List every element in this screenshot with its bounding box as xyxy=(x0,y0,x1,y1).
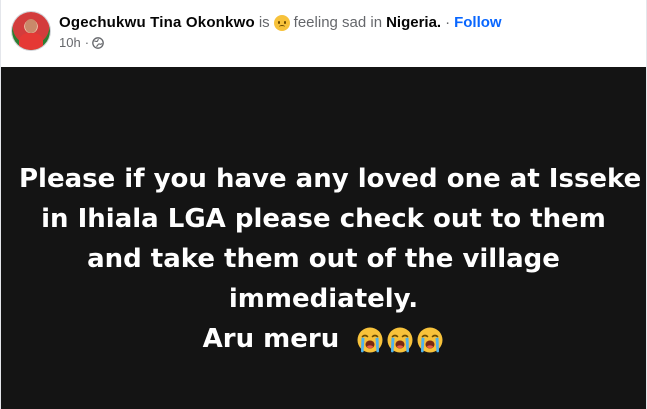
loudly-crying-face-icon xyxy=(357,327,383,352)
is-word: is xyxy=(258,14,270,31)
globe-icon[interactable] xyxy=(92,37,104,49)
loudly-crying-face-icon xyxy=(387,327,413,352)
meta-separator: · xyxy=(84,35,90,50)
message-line: Please if you have any loved one at Isse… xyxy=(19,164,642,194)
author-name[interactable]: Ogechukwu Tina Okonkwo xyxy=(59,13,255,33)
message-line-text: Aru meru xyxy=(202,324,340,354)
message-line-last: Aru meru xyxy=(19,319,628,359)
post-timestamp[interactable]: 10h xyxy=(59,35,81,51)
follow-button[interactable]: Follow xyxy=(454,13,502,33)
post-content-background: Please if you have any loved one at Isse… xyxy=(1,67,646,409)
author-avatar[interactable] xyxy=(12,12,50,50)
post-meta: 10h · xyxy=(59,35,104,51)
avatar-body xyxy=(19,33,43,50)
message-line: immediately. xyxy=(228,284,419,314)
post-title-line: Ogechukwu Tina Okonkwo is feeling sad in… xyxy=(59,13,502,33)
sad-face-emoji-icon xyxy=(273,15,290,31)
facebook-post: Ogechukwu Tina Okonkwo is feeling sad in… xyxy=(0,0,647,409)
location-link[interactable]: Nigeria. xyxy=(386,13,441,33)
loudly-crying-face-icon xyxy=(417,327,443,352)
post-message: Please if you have any loved one at Isse… xyxy=(19,159,642,359)
post-header: Ogechukwu Tina Okonkwo is feeling sad in… xyxy=(1,0,646,67)
message-line: and take them out of the village xyxy=(87,244,560,274)
message-line: in Ihiala LGA please check out to them xyxy=(41,204,606,234)
emoji-row xyxy=(356,326,444,354)
title-separator: · xyxy=(445,14,451,31)
avatar-face xyxy=(25,19,37,33)
feeling-text: feeling sad in xyxy=(293,14,383,31)
